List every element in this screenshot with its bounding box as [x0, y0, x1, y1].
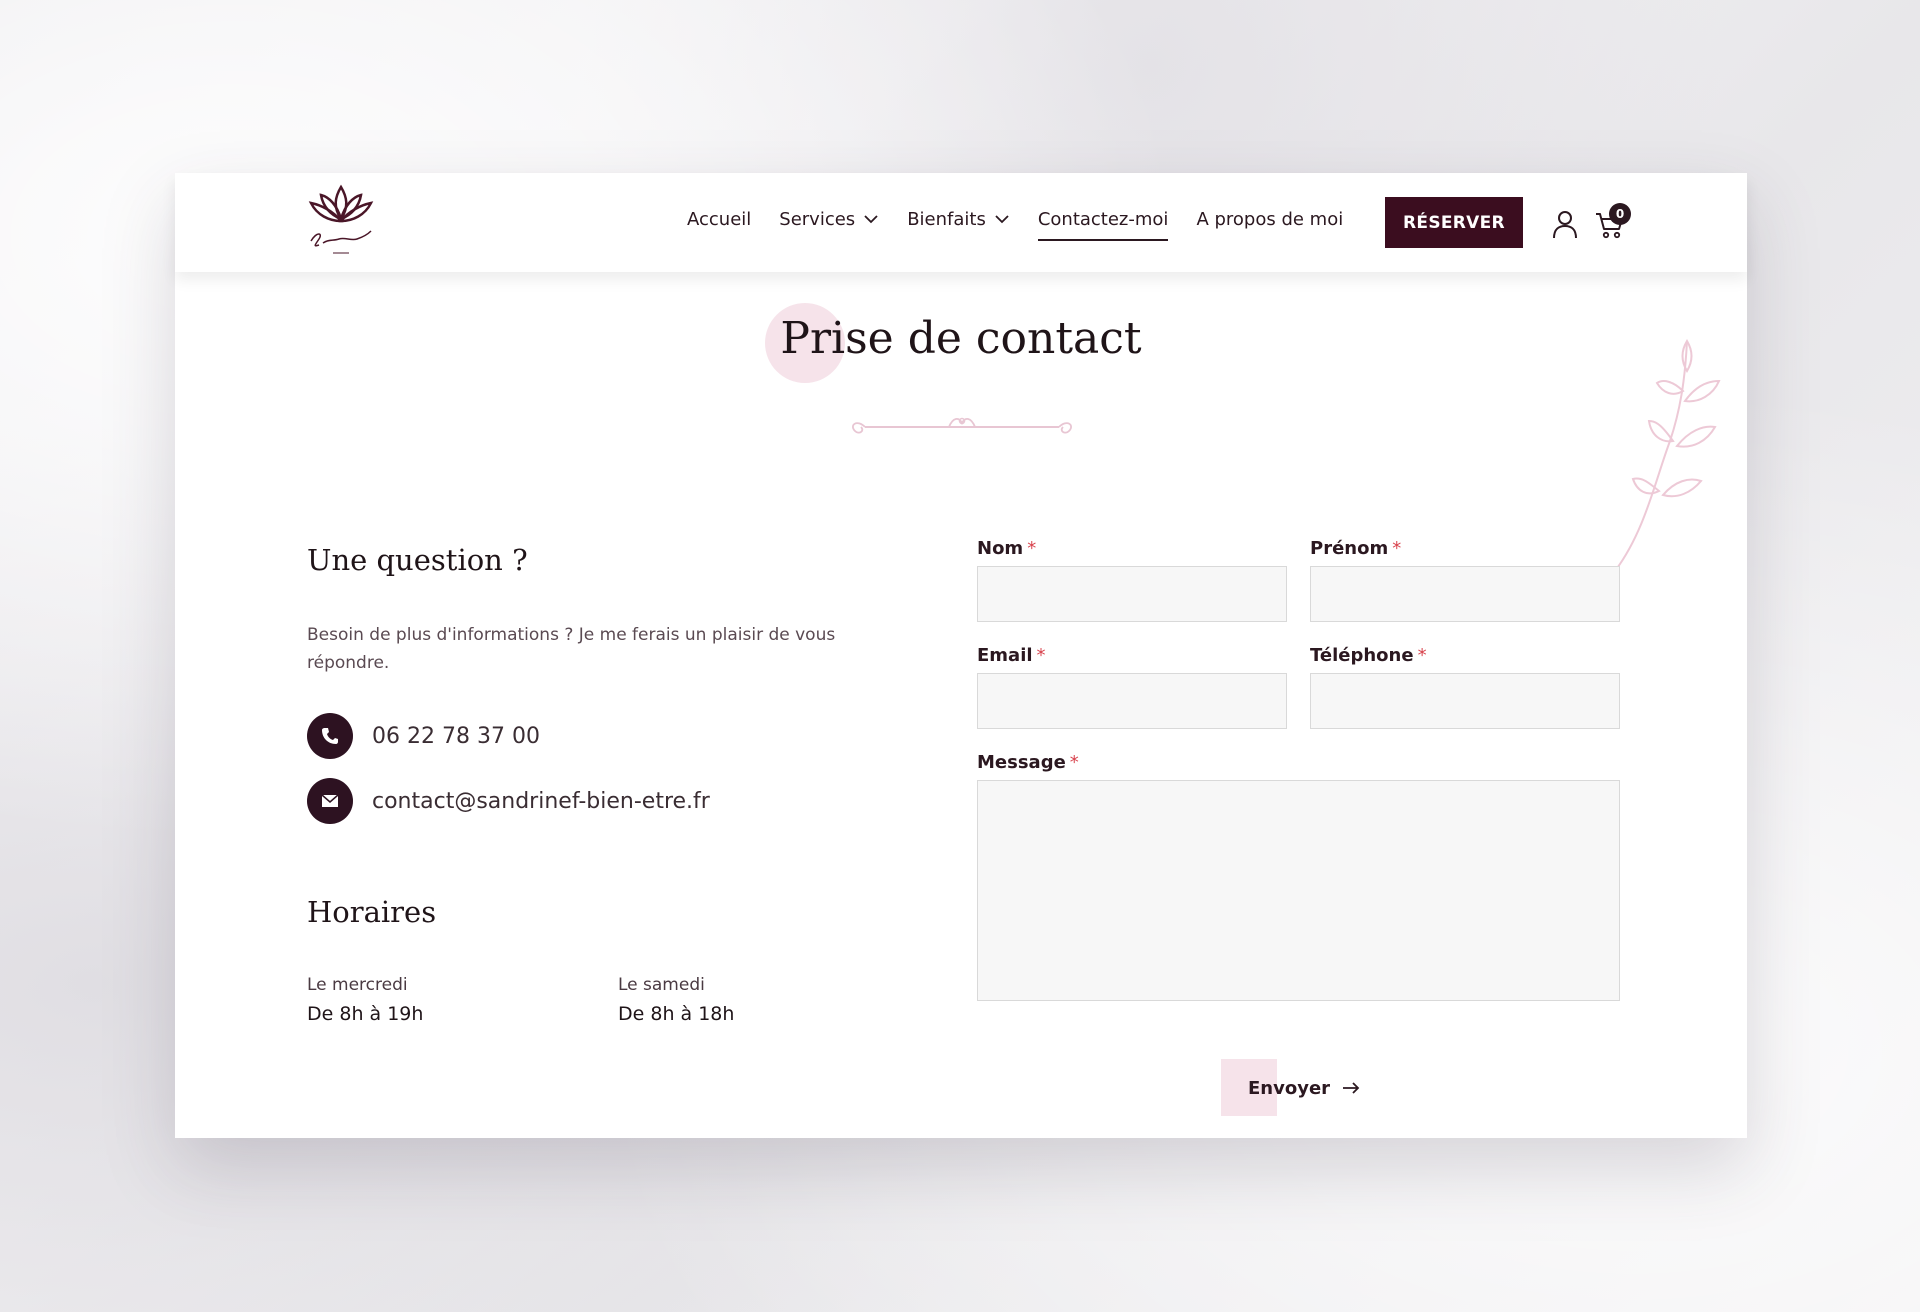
page-title: Prise de contact: [780, 313, 1142, 364]
user-icon[interactable]: [1552, 209, 1578, 239]
message-label-text: Message: [977, 752, 1066, 773]
required-mark: *: [1036, 645, 1046, 666]
nav-a-propos[interactable]: A propos de moi: [1196, 199, 1343, 239]
telephone-label: Téléphone *: [1310, 645, 1427, 666]
nav-services[interactable]: Services: [779, 199, 879, 239]
site-header: Accueil Services Bienfaits Contactez-moi…: [175, 173, 1747, 272]
message-label: Message *: [977, 752, 1079, 773]
phone-icon: [307, 713, 353, 759]
message-textarea[interactable]: [977, 780, 1620, 1001]
submit-label: Envoyer: [1248, 1077, 1331, 1099]
phone-row[interactable]: 06 22 78 37 00: [307, 713, 540, 759]
hours-day-saturday: Le samedi: [618, 975, 705, 995]
email-field[interactable]: [977, 673, 1287, 729]
arrow-right-icon: [1343, 1082, 1360, 1094]
hours-time-wednesday: De 8h à 19h: [307, 1003, 424, 1025]
nav-accueil-label: Accueil: [687, 208, 752, 230]
reserve-button[interactable]: RÉSERVER: [1385, 197, 1523, 248]
nav-services-label: Services: [779, 208, 856, 230]
nav-bienfaits-label: Bienfaits: [907, 208, 986, 230]
hours-time-saturday: De 8h à 18h: [618, 1003, 735, 1025]
required-mark: *: [1027, 538, 1037, 559]
nom-field[interactable]: [977, 566, 1287, 622]
email-label-text: Email: [977, 645, 1033, 666]
nav-a-propos-label: A propos de moi: [1196, 208, 1344, 230]
email-address[interactable]: contact@sandrinef-bien-etre.fr: [372, 789, 710, 814]
nom-label-text: Nom: [977, 538, 1024, 559]
prenom-field[interactable]: [1310, 566, 1620, 622]
phone-number[interactable]: 06 22 78 37 00: [372, 724, 540, 749]
email-label: Email *: [977, 645, 1046, 666]
required-mark: *: [1392, 538, 1402, 559]
page-card: Accueil Services Bienfaits Contactez-moi…: [175, 173, 1747, 1138]
cart-count-badge: 0: [1609, 203, 1631, 225]
nav-contactez-moi[interactable]: Contactez-moi: [1037, 199, 1169, 241]
hours-day-wednesday: Le mercredi: [307, 975, 408, 995]
submit-button[interactable]: Envoyer: [1248, 1073, 1360, 1103]
envelope-icon: [307, 778, 353, 824]
leaf-branch-icon: [1615, 339, 1721, 571]
question-heading: Une question ?: [307, 543, 528, 577]
chevron-down-icon: [995, 215, 1009, 224]
hours-heading: Horaires: [307, 895, 437, 929]
nom-label: Nom *: [977, 538, 1036, 559]
telephone-label-text: Téléphone: [1310, 645, 1414, 666]
nav-contactez-moi-label: Contactez-moi: [1037, 208, 1169, 230]
chevron-down-icon: [864, 215, 878, 224]
ornament-divider-icon: [852, 417, 1072, 434]
email-row[interactable]: contact@sandrinef-bien-etre.fr: [307, 778, 710, 824]
nav-bienfaits[interactable]: Bienfaits: [907, 199, 1010, 239]
logo-lotus-icon[interactable]: [305, 181, 377, 265]
intro-text: Besoin de plus d'informations ? Je me fe…: [307, 625, 836, 673]
prenom-label: Prénom *: [1310, 538, 1401, 559]
prenom-label-text: Prénom: [1310, 538, 1389, 559]
main-nav: Accueil Services Bienfaits Contactez-moi…: [687, 199, 1371, 241]
telephone-field[interactable]: [1310, 673, 1620, 729]
required-mark: *: [1069, 752, 1079, 773]
nav-accueil[interactable]: Accueil: [687, 199, 751, 239]
required-mark: *: [1417, 645, 1427, 666]
